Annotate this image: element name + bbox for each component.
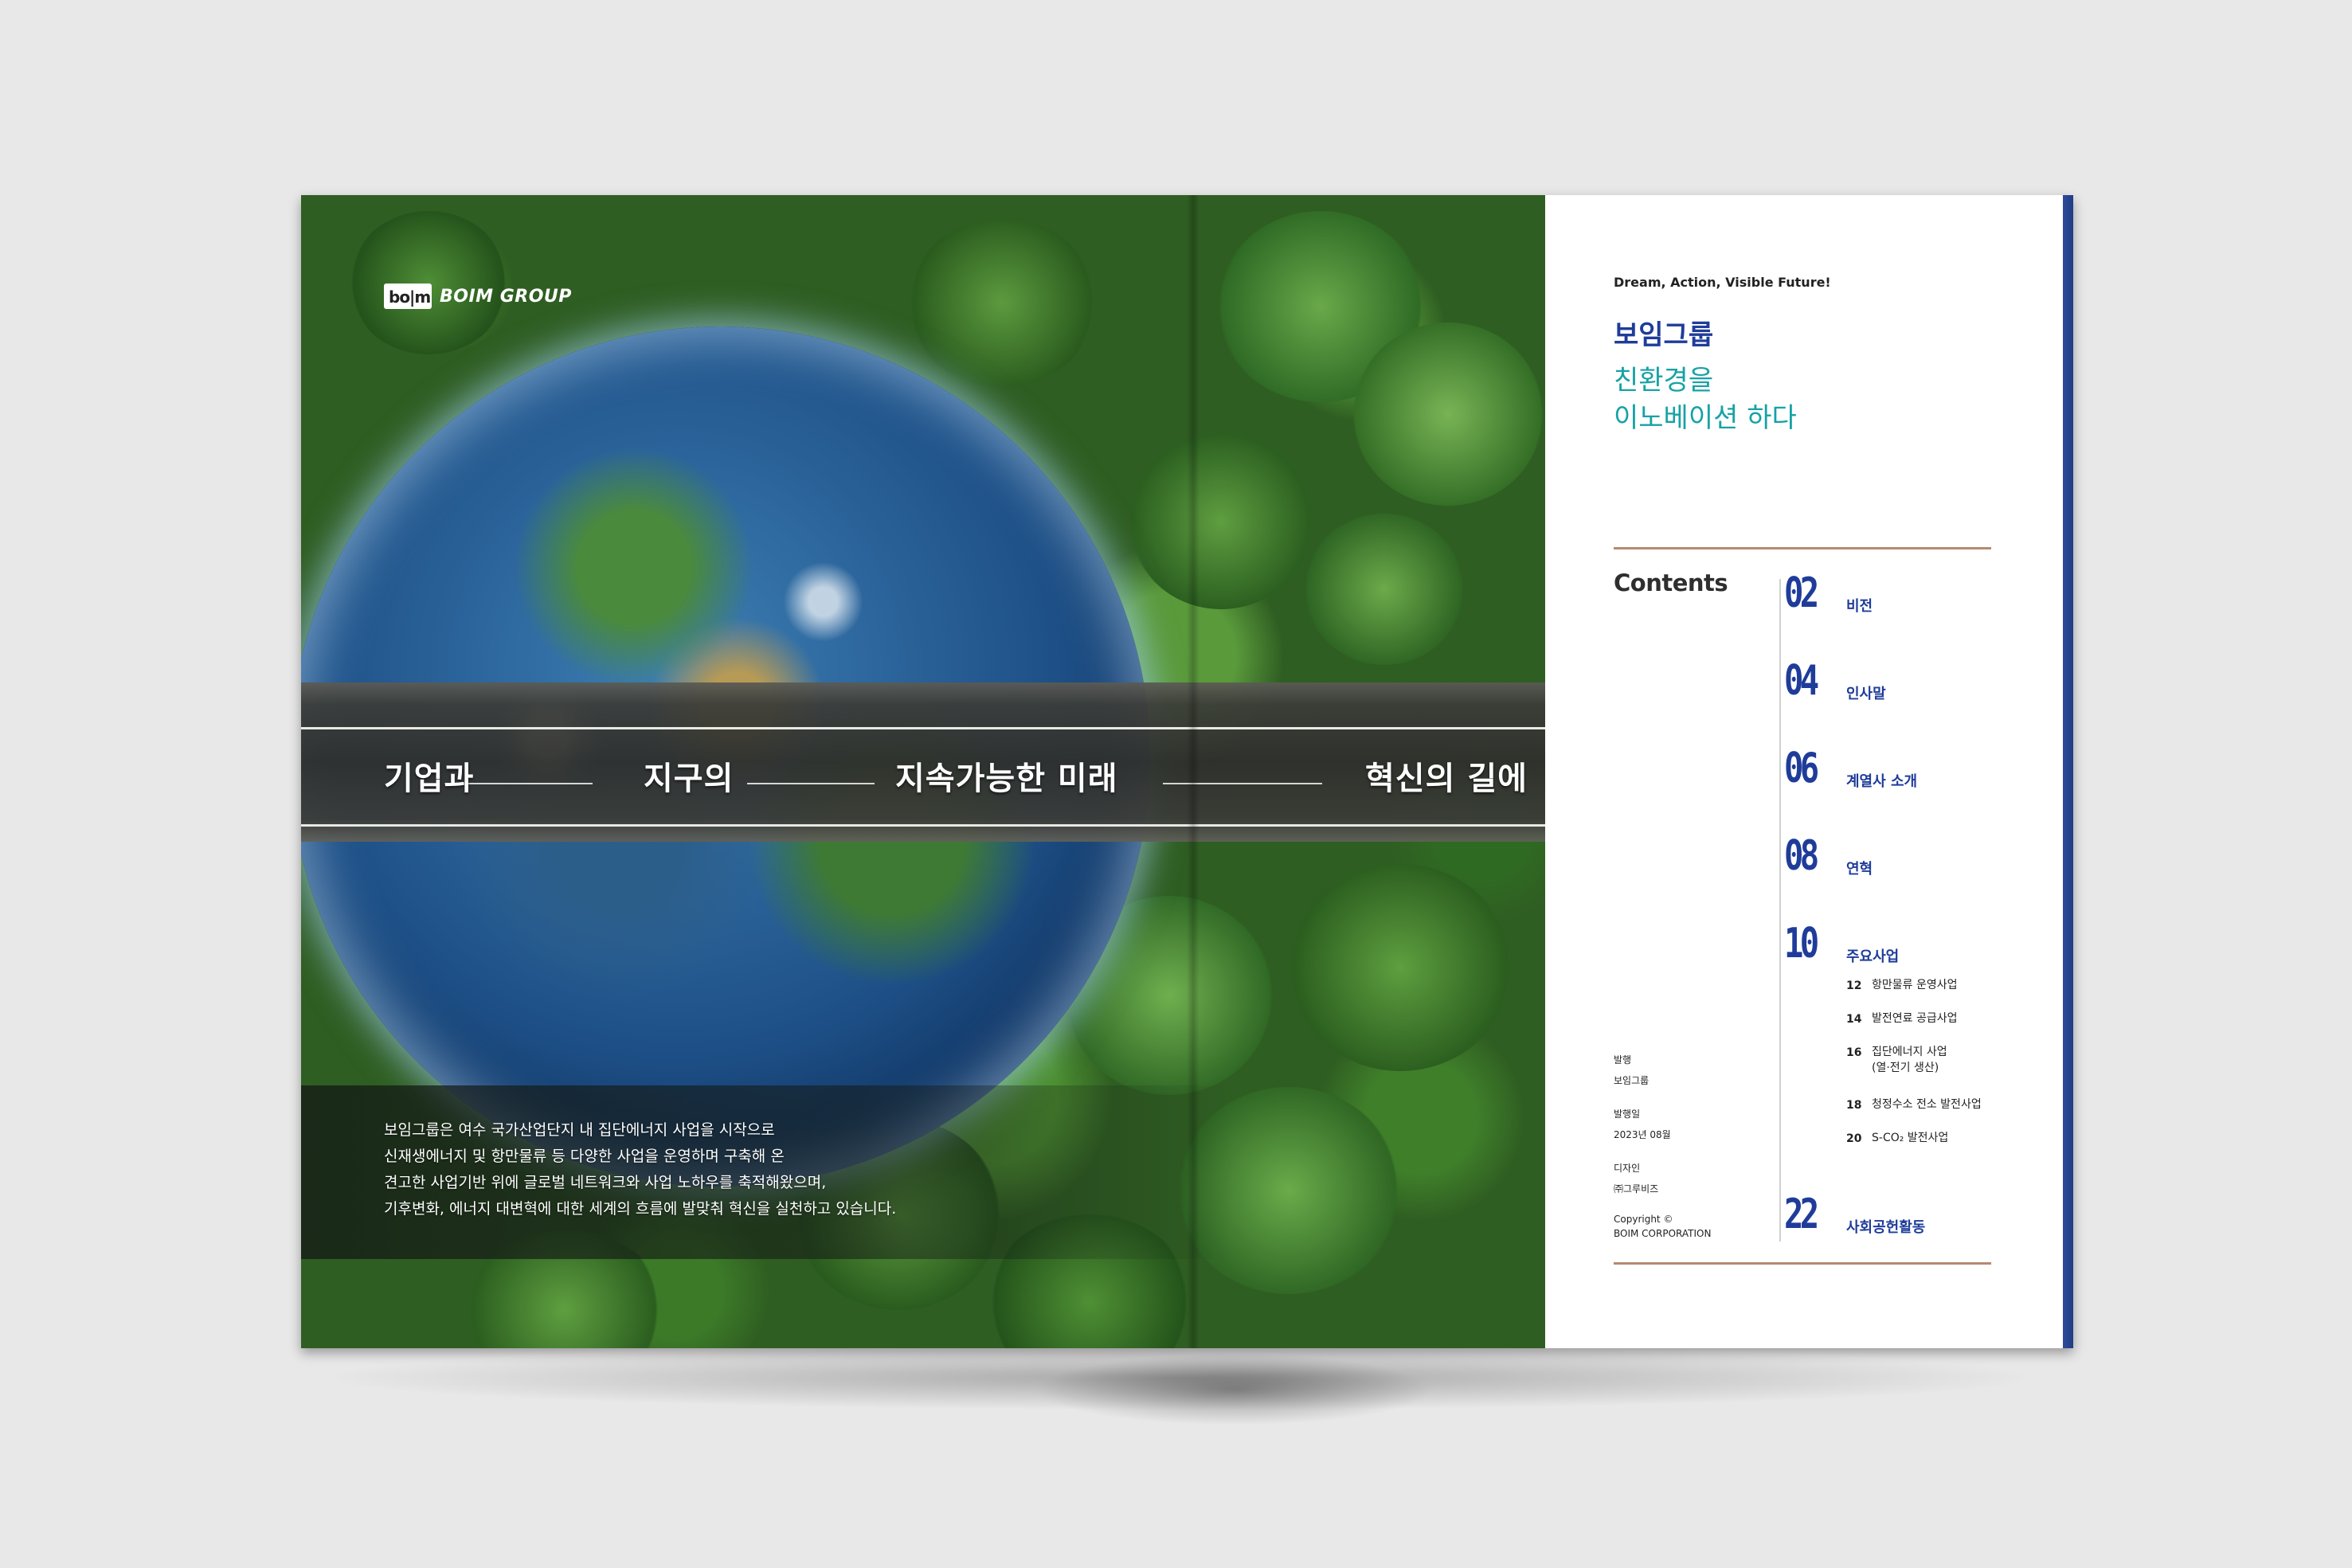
top-divider — [1614, 547, 1991, 549]
toc-number: 04 — [1784, 657, 1819, 705]
meta-copyright: Copyright © — [1614, 1214, 1673, 1225]
toc-number: 08 — [1784, 832, 1819, 880]
meta-publisher-label: 발행 — [1614, 1054, 1632, 1066]
boim-logo-mark: bo|m — [384, 283, 432, 309]
headline-line: 이노베이션 하다 — [1614, 402, 1797, 434]
meta-date: 2023년 08월 — [1614, 1129, 1671, 1140]
toc-link-main-business[interactable]: 주요사업 — [1846, 945, 1899, 966]
brand-title: 보임그룹 — [1614, 319, 1714, 351]
meta-design: ㈜그루비즈 — [1614, 1183, 1659, 1195]
sub-toc-link[interactable]: 집단에너지 사업 — [1872, 1044, 1947, 1060]
toc-number: 06 — [1784, 745, 1819, 792]
toc-number: 02 — [1784, 569, 1819, 617]
logo-text: BOIM GROUP — [440, 286, 572, 307]
headline: 친환경을 이노베이션 하다 — [1614, 362, 1797, 437]
toc-number: 22 — [1784, 1191, 1819, 1238]
road-edge-line-bottom — [301, 824, 1545, 827]
description-line: 신재생에너지 및 항만물류 등 다양한 사업을 운영하며 구축해 온 — [384, 1148, 785, 1165]
sub-toc-link[interactable]: 발전연료 공급사업 — [1872, 1011, 1958, 1026]
toc-link-social-contribution[interactable]: 사회공헌활동 — [1846, 1216, 1925, 1237]
title-word-2: 지구의 — [644, 761, 734, 797]
sub-toc-link[interactable]: 청정수소 전소 발전사업 — [1872, 1097, 1982, 1112]
magazine-fold-shadow — [1035, 1354, 1434, 1425]
meta-corporation: BOIM CORPORATION — [1614, 1228, 1712, 1239]
sub-toc-number: 18 — [1846, 1099, 1862, 1112]
toc-link-affiliates[interactable]: 계열사 소개 — [1846, 770, 1917, 791]
logo-mark-text: bo|m — [389, 287, 431, 307]
page-edge-blue — [2063, 195, 2073, 1348]
title-connector-1 — [465, 783, 593, 784]
toc-link-vision[interactable]: 비전 — [1846, 595, 1873, 616]
sub-toc-number: 14 — [1846, 1013, 1862, 1026]
meta-design-label: 디자인 — [1614, 1163, 1641, 1174]
sub-toc-number: 20 — [1846, 1132, 1862, 1145]
description-text: 보임그룹은 여수 국가산업단지 내 집단에너지 사업을 시작으로 신재생에너지 … — [384, 1117, 896, 1222]
road-edge-line-top — [301, 727, 1545, 729]
meta-publisher: 보임그룹 — [1614, 1075, 1650, 1086]
page-gutter — [1187, 195, 1199, 1348]
title-word-4: 혁신의 길에 — [1365, 761, 1528, 797]
toc-link-greeting[interactable]: 인사말 — [1846, 682, 1886, 703]
title-connector-2 — [747, 783, 875, 784]
title-word-3: 지속가능한 미래 — [895, 761, 1118, 797]
contents-heading: Contents — [1614, 569, 1728, 596]
sub-toc-link-line2: (열·전기 생산) — [1872, 1062, 1939, 1074]
magazine-spread: 기업과 지구의 지속가능한 미래 혁신의 길에 bo|m BOIM GROUP … — [301, 195, 2073, 1348]
sub-toc-number: 12 — [1846, 980, 1862, 992]
headline-line: 친환경을 — [1614, 365, 1714, 397]
contents-page: Dream, Action, Visible Future! 보임그룹 친환경을… — [1545, 195, 2063, 1348]
toc-link-history[interactable]: 연혁 — [1846, 858, 1873, 878]
title-word-1: 기업과 — [384, 761, 475, 797]
tagline: Dream, Action, Visible Future! — [1614, 275, 1831, 290]
description-line: 기후변화, 에너지 대변혁에 대한 세계의 흐름에 발맞춰 혁신을 실천하고 있… — [384, 1200, 897, 1218]
bottom-divider — [1614, 1262, 1991, 1265]
description-line: 보임그룹은 여수 국가산업단지 내 집단에너지 사업을 시작으로 — [384, 1121, 775, 1139]
meta-date-label: 발행일 — [1614, 1109, 1641, 1120]
contents-vertical-rule — [1779, 579, 1781, 1241]
description-line: 견고한 사업기반 위에 글로벌 네트워크와 사업 노하우를 축적해왔으며, — [384, 1174, 827, 1191]
sub-toc-number: 16 — [1846, 1046, 1862, 1059]
sub-toc-link[interactable]: 항만물류 운영사업 — [1872, 977, 1958, 993]
forest-earth-photo: 기업과 지구의 지속가능한 미래 혁신의 길에 bo|m BOIM GROUP … — [301, 195, 1545, 1348]
toc-number: 10 — [1784, 920, 1819, 968]
boim-logo: bo|m BOIM GROUP — [384, 283, 572, 310]
sub-toc-link[interactable]: S-CO₂ 발전사업 — [1872, 1130, 1948, 1146]
